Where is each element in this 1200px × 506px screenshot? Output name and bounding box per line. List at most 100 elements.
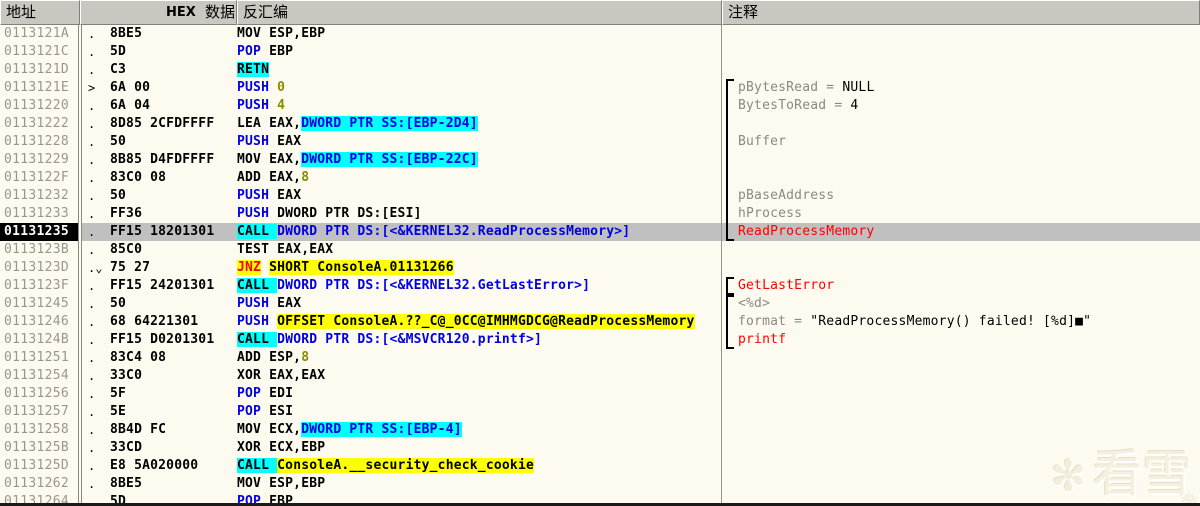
disassembly-row[interactable]: 01131245. 50 PUSH EAX <%d> <box>0 295 1200 313</box>
row-disassembly[interactable]: CALL DWORD PTR DS:[<&MSVCR120.printf>] <box>237 331 720 349</box>
row-disassembly[interactable]: PUSH 4 <box>237 97 720 115</box>
row-hex-bytes[interactable]: 83C0 08 <box>110 169 237 187</box>
row-comment[interactable] <box>738 151 1198 169</box>
row-address[interactable]: 0113122F <box>0 169 78 187</box>
row-address[interactable]: 0113124B <box>0 331 78 349</box>
row-hex-bytes[interactable]: 85C0 <box>110 241 237 259</box>
row-comment[interactable] <box>738 403 1198 421</box>
row-disassembly[interactable]: CALL DWORD PTR DS:[<&KERNEL32.GetLastErr… <box>237 277 720 295</box>
row-hex-bytes[interactable]: 5D <box>110 43 237 61</box>
row-disassembly[interactable]: PUSH EAX <box>237 187 720 205</box>
row-hex-bytes[interactable]: 75 27 <box>110 259 237 277</box>
disassembly-row[interactable]: 0113123D .⌄ 75 27 JNZ SHORT ConsoleA.011312… <box>0 259 1200 277</box>
row-address[interactable]: 01131233 <box>0 205 78 223</box>
row-hex-bytes[interactable]: 6A 04 <box>110 97 237 115</box>
row-comment[interactable] <box>738 439 1198 457</box>
disassembly-row[interactable]: 01131233. FF36 PUSH DWORD PTR DS:[ESI] hPro… <box>0 205 1200 223</box>
disassembly-row[interactable]: 01131257. 5E POP ESI <box>0 403 1200 421</box>
row-address[interactable]: 01131220 <box>0 97 78 115</box>
row-address[interactable]: 0113125B <box>0 439 78 457</box>
row-hex-bytes[interactable]: 8BE5 <box>110 475 237 493</box>
row-address[interactable]: 0113121C <box>0 43 78 61</box>
row-comment[interactable]: <%d> <box>738 295 1198 313</box>
row-disassembly[interactable]: JNZ SHORT ConsoleA.01131266 <box>237 259 720 277</box>
row-comment[interactable]: GetLastError <box>738 277 1198 295</box>
row-address[interactable]: 01131256 <box>0 385 78 403</box>
row-address[interactable]: 01131245 <box>0 295 78 313</box>
row-hex-bytes[interactable]: 33C0 <box>110 367 237 385</box>
row-address[interactable]: 0113125D <box>0 457 78 475</box>
row-disassembly[interactable]: RETN <box>237 61 720 79</box>
disassembly-row[interactable]: 01131222. 8D85 2CFDFFFF LEA EAX,DWORD PTR … <box>0 115 1200 133</box>
row-address[interactable]: 0113123B <box>0 241 78 259</box>
row-disassembly[interactable]: MOV ESP,EBP <box>237 475 720 493</box>
row-disassembly[interactable]: POP ESI <box>237 403 720 421</box>
row-comment[interactable] <box>738 61 1198 79</box>
row-hex-bytes[interactable]: 50 <box>110 295 237 313</box>
row-comment[interactable] <box>738 43 1198 61</box>
disassembly-row[interactable]: 0113123F. FF15 24201301 CALL DWORD PTR DS:… <box>0 277 1200 295</box>
row-disassembly[interactable]: ADD ESP,8 <box>237 349 720 367</box>
disassembly-row[interactable]: 01131256. 5F POP EDI <box>0 385 1200 403</box>
row-hex-bytes[interactable]: FF15 18201301 <box>110 223 237 241</box>
row-address[interactable]: 0113123D <box>0 259 78 277</box>
column-header-address[interactable]: 地址 <box>0 0 80 25</box>
row-hex-bytes[interactable]: FF15 D0201301 <box>110 331 237 349</box>
disassembly-row[interactable]: 0113124B. FF15 D0201301 CALL DWORD PTR DS:… <box>0 331 1200 349</box>
row-disassembly[interactable]: POP EBP <box>237 43 720 61</box>
row-comment[interactable] <box>738 259 1198 277</box>
column-header-comment[interactable]: 注释 <box>722 0 1200 25</box>
row-disassembly[interactable]: PUSH OFFSET ConsoleA.??_C@_0CC@IMHMGDCG@… <box>237 313 720 331</box>
row-disassembly[interactable]: MOV ECX,DWORD PTR SS:[EBP-4] <box>237 421 720 439</box>
disassembly-row[interactable]: 01131246. 68 64221301 PUSH OFFSET ConsoleA… <box>0 313 1200 331</box>
row-disassembly[interactable]: CALL DWORD PTR DS:[<&KERNEL32.ReadProces… <box>237 223 720 241</box>
disassembly-row[interactable]: 01131262. 8BE5 MOV ESP,EBP <box>0 475 1200 493</box>
disassembly-row[interactable]: 0113123B. 85C0 TEST EAX,EAX <box>0 241 1200 259</box>
row-address[interactable]: 01131228 <box>0 133 78 151</box>
disassembly-row[interactable]: 0113121A. 8BE5 MOV ESP,EBP <box>0 25 1200 43</box>
row-comment[interactable] <box>738 367 1198 385</box>
column-header-disassembly[interactable]: 反汇编 <box>237 0 722 25</box>
disassembly-row[interactable]: 01131235. FF15 18201301 CALL DWORD PTR DS:… <box>0 223 1200 241</box>
row-hex-bytes[interactable]: 83C4 08 <box>110 349 237 367</box>
row-hex-bytes[interactable]: 5E <box>110 403 237 421</box>
row-disassembly[interactable]: CALL ConsoleA.__security_check_cookie <box>237 457 720 475</box>
row-comment[interactable] <box>738 457 1198 475</box>
row-hex-bytes[interactable]: 50 <box>110 187 237 205</box>
row-disassembly[interactable]: LEA EAX,DWORD PTR SS:[EBP-2D4] <box>237 115 720 133</box>
row-hex-bytes[interactable]: FF36 <box>110 205 237 223</box>
row-comment[interactable] <box>738 475 1198 493</box>
row-comment[interactable]: format = "ReadProcessMemory() failed! [%… <box>738 313 1198 331</box>
row-hex-bytes[interactable]: C3 <box>110 61 237 79</box>
row-hex-bytes[interactable]: 50 <box>110 133 237 151</box>
row-address[interactable]: 01131254 <box>0 367 78 385</box>
row-comment[interactable] <box>738 241 1198 259</box>
row-address[interactable]: 01131235 <box>0 223 78 241</box>
row-address[interactable]: 01131232 <box>0 187 78 205</box>
row-comment[interactable]: pBytesRead = NULL <box>738 79 1198 97</box>
disassembly-list[interactable]: 0113121A. 8BE5 MOV ESP,EBP 0113121C. 5D POP E… <box>0 25 1200 506</box>
row-comment[interactable]: hProcess <box>738 205 1198 223</box>
row-disassembly[interactable]: POP EDI <box>237 385 720 403</box>
row-disassembly[interactable]: PUSH DWORD PTR DS:[ESI] <box>237 205 720 223</box>
row-hex-bytes[interactable]: 8B85 D4FDFFFF <box>110 151 237 169</box>
row-comment[interactable]: BytesToRead = 4 <box>738 97 1198 115</box>
row-comment[interactable]: ReadProcessMemory <box>738 223 1198 241</box>
row-address[interactable]: 01131229 <box>0 151 78 169</box>
row-hex-bytes[interactable]: 33CD <box>110 439 237 457</box>
disassembly-row[interactable]: 01131251. 83C4 08 ADD ESP,8 <box>0 349 1200 367</box>
disassembly-row[interactable]: 01131232. 50 PUSH EAX pBaseAddress <box>0 187 1200 205</box>
disassembly-row[interactable]: 0113125D. E8 5A020000 CALL ConsoleA.__secu… <box>0 457 1200 475</box>
row-comment[interactable]: Buffer <box>738 133 1198 151</box>
row-disassembly[interactable]: MOV EAX,DWORD PTR SS:[EBP-22C] <box>237 151 720 169</box>
disassembly-row[interactable]: 01131229. 8B85 D4FDFFFF MOV EAX,DWORD PTR … <box>0 151 1200 169</box>
row-hex-bytes[interactable]: FF15 24201301 <box>110 277 237 295</box>
row-hex-bytes[interactable]: 8B4D FC <box>110 421 237 439</box>
row-address[interactable]: 01131262 <box>0 475 78 493</box>
row-comment[interactable] <box>738 25 1198 43</box>
disassembly-row[interactable]: 0113121D. C3 RETN <box>0 61 1200 79</box>
disassembly-row[interactable]: 0113125B. 33CD XOR ECX,EBP <box>0 439 1200 457</box>
row-comment[interactable] <box>738 349 1198 367</box>
disassembly-row[interactable]: 01131254. 33C0 XOR EAX,EAX <box>0 367 1200 385</box>
row-disassembly[interactable]: ADD EAX,8 <box>237 169 720 187</box>
